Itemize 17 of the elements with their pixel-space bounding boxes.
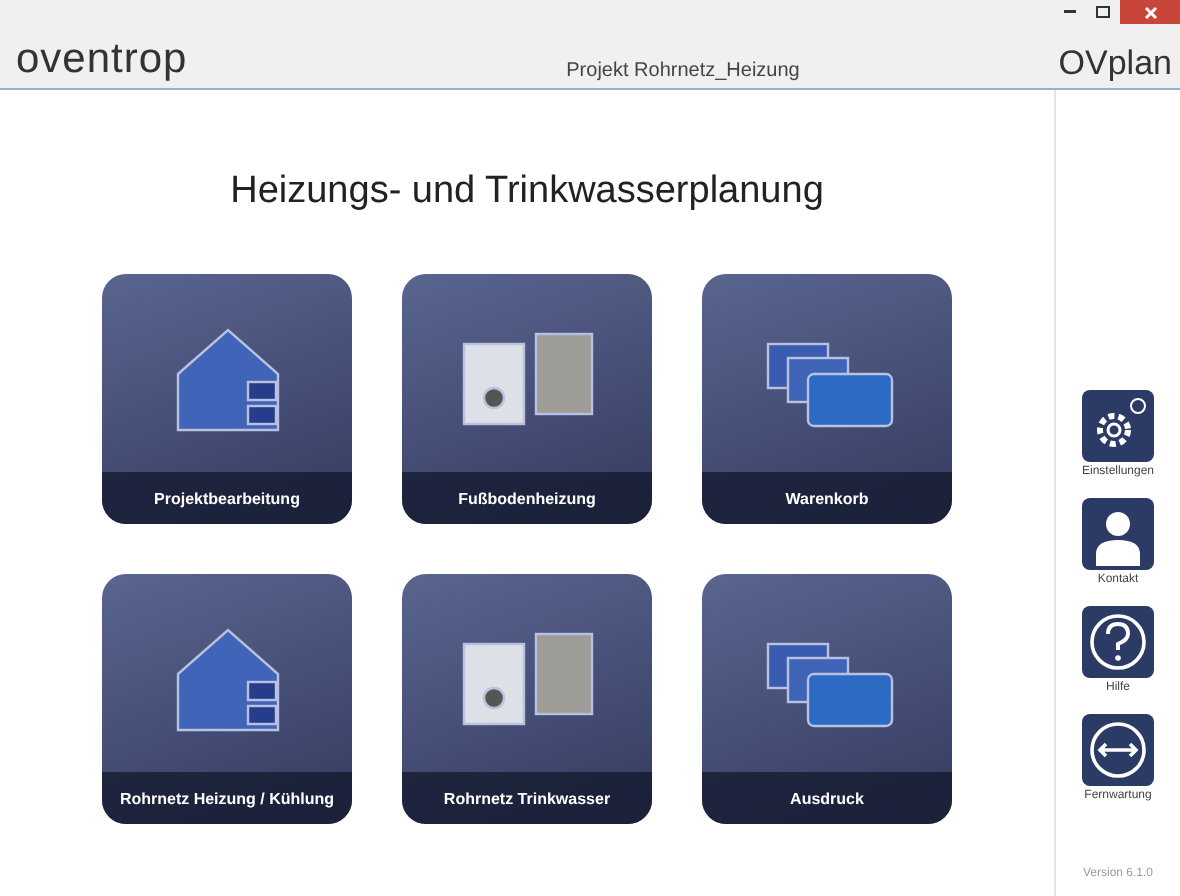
project-title: Projekt Rohrnetz_Heizung	[566, 60, 800, 82]
brand-logo: oventrop	[16, 36, 188, 84]
app-name: OVplan	[1058, 44, 1172, 84]
close-icon	[1143, 5, 1157, 19]
person-icon	[1082, 498, 1154, 570]
page-heading: Heizungs- und Trinkwasserplanung	[230, 170, 824, 214]
help-icon	[1082, 606, 1154, 678]
gear-icon	[1082, 390, 1154, 462]
module-tile[interactable]: Warenkorb	[702, 274, 952, 524]
close-button[interactable]	[1120, 0, 1180, 24]
module-tile[interactable]: Projektbearbeitung	[102, 274, 352, 524]
minimize-icon	[1063, 10, 1075, 14]
module-tile[interactable]: Ausdruck	[702, 574, 952, 824]
maximize-icon	[1096, 6, 1110, 18]
module-tile[interactable]: Rohrnetz Trinkwasser	[402, 574, 652, 824]
module-tile[interactable]: Rohrnetz Heizung / Kühlung	[102, 574, 352, 824]
module-tile[interactable]: Fußbodenheizung	[402, 274, 652, 524]
